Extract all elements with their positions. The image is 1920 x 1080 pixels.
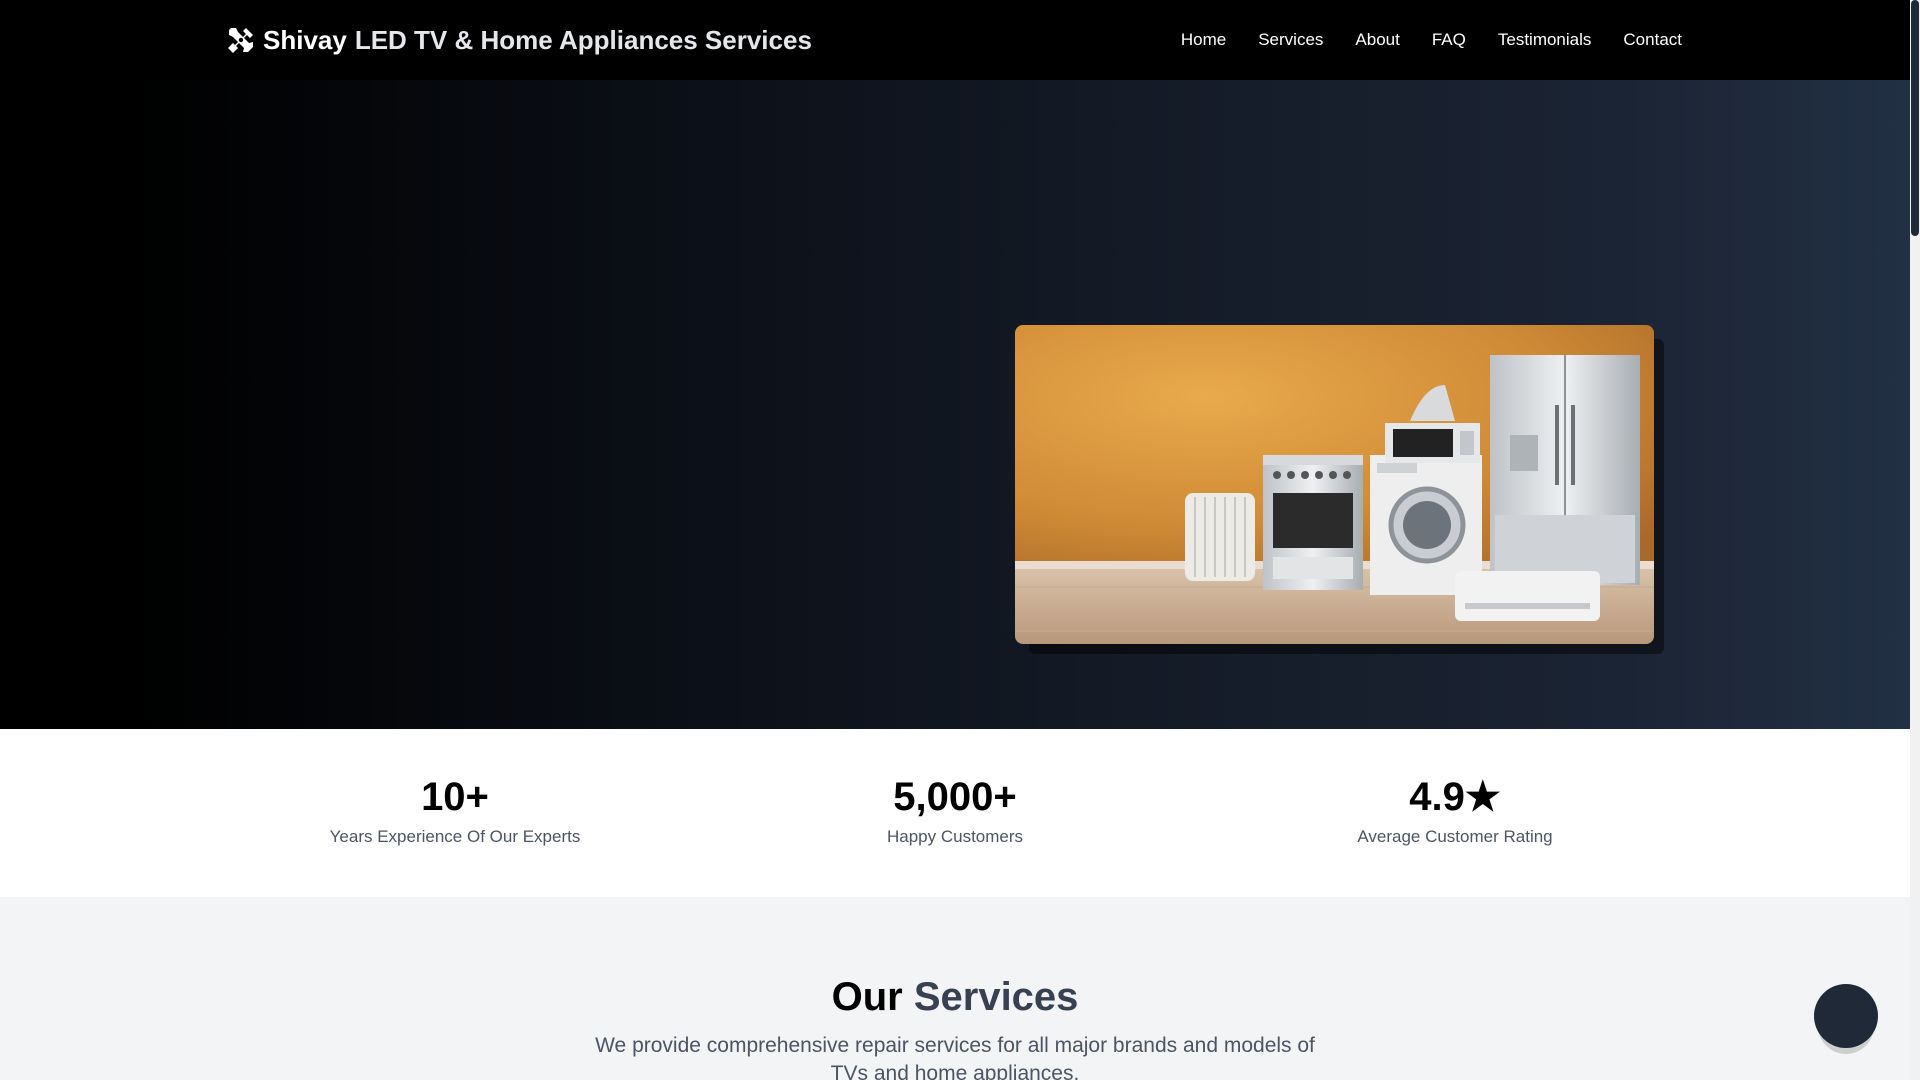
brand-logo[interactable]: Shivay LED TV & Home Appliances Services xyxy=(227,20,812,60)
nav-links: Home Services About FAQ Testimonials Con… xyxy=(1181,20,1682,60)
stat-value: 4.9★ xyxy=(1409,775,1501,819)
hero-section xyxy=(0,80,1910,729)
stat-value: 10+ xyxy=(421,775,489,819)
nav-link-services[interactable]: Services xyxy=(1258,30,1323,50)
services-section: Our Services We provide comprehensive re… xyxy=(0,897,1910,1080)
stat-rating: 4.9★ Average Customer Rating xyxy=(1255,773,1655,847)
stat-label: Average Customer Rating xyxy=(1357,827,1553,846)
nav-link-faq[interactable]: FAQ xyxy=(1432,30,1466,50)
scrollbar-thumb[interactable] xyxy=(1911,0,1919,236)
stat-label: Happy Customers xyxy=(886,827,1024,846)
services-title-part1: Our xyxy=(831,975,903,1019)
nav-link-contact[interactable]: Contact xyxy=(1623,30,1682,50)
stat-label: Years Experience Of Our Experts xyxy=(329,827,581,846)
nav-link-home[interactable]: Home xyxy=(1181,30,1226,50)
brand-name-first: Shivay xyxy=(263,24,347,55)
floating-action-button[interactable] xyxy=(1814,984,1878,1048)
stat-value: 5,000+ xyxy=(893,775,1017,819)
stat-experience: 10+ Years Experience Of Our Experts xyxy=(255,773,655,847)
nav-link-testimonials[interactable]: Testimonials xyxy=(1498,30,1592,50)
nav-link-about[interactable]: About xyxy=(1355,30,1399,50)
navbar: Shivay LED TV & Home Appliances Services… xyxy=(0,0,1910,80)
services-title: Our Services xyxy=(0,973,1910,1021)
stats-section: 10+ Years Experience Of Our Experts 5,00… xyxy=(0,729,1910,897)
stat-customers: 5,000+ Happy Customers xyxy=(755,773,1155,847)
tools-icon xyxy=(227,26,255,54)
brand-name-rest: LED TV & Home Appliances Services xyxy=(354,24,812,55)
services-description: We provide comprehensive repair services… xyxy=(595,1034,1315,1080)
home-appliances-photo xyxy=(1015,325,1654,644)
services-title-part2: Services xyxy=(913,975,1079,1019)
